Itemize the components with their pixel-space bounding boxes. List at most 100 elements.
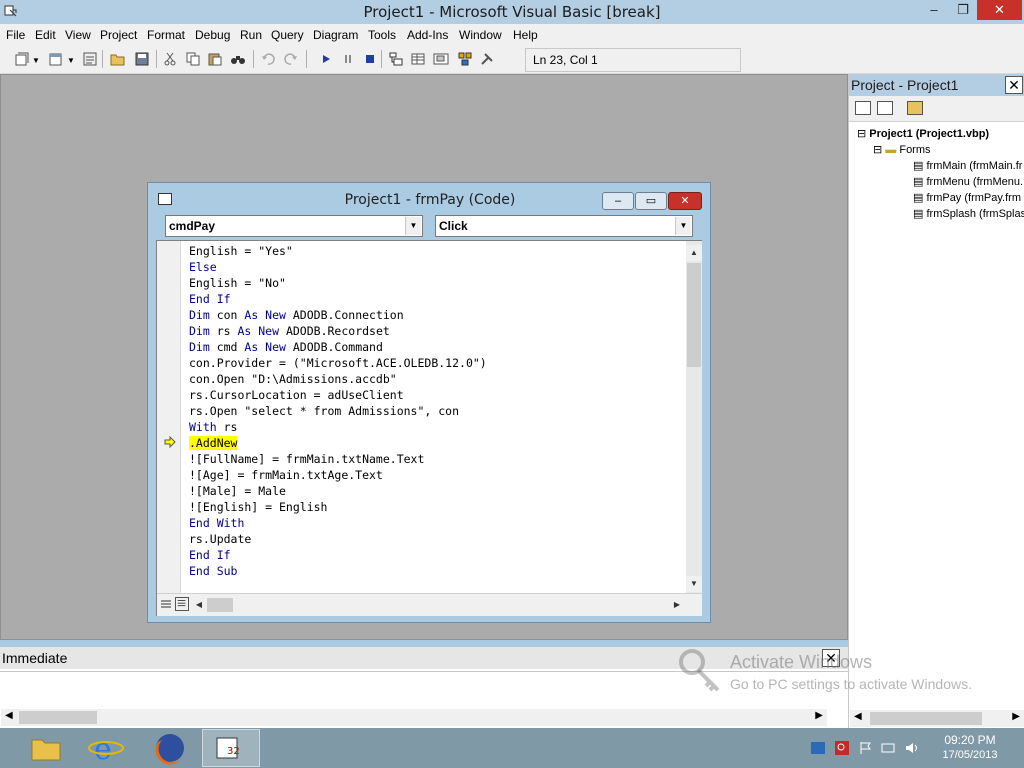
restore-button[interactable]: ❐ bbox=[949, 0, 977, 20]
code-line[interactable]: rs.CursorLocation = adUseClient bbox=[189, 387, 487, 403]
vertical-scroll-thumb[interactable] bbox=[687, 263, 701, 367]
project-explorer-icon[interactable] bbox=[388, 51, 404, 67]
horizontal-scroll-thumb[interactable] bbox=[19, 711, 97, 724]
minimize-button[interactable]: – bbox=[919, 0, 949, 20]
code-line[interactable]: English = "Yes" bbox=[189, 243, 487, 259]
menu-window[interactable]: Window bbox=[459, 28, 502, 42]
scroll-left-icon[interactable]: ◀ bbox=[854, 711, 862, 722]
code-line[interactable]: Dim cmd As New ADODB.Command bbox=[189, 339, 487, 355]
menu-project[interactable]: Project bbox=[100, 28, 137, 42]
code-line[interactable]: con.Provider = ("Microsoft.ACE.OLEDB.12.… bbox=[189, 355, 487, 371]
action-center-flag-icon[interactable] bbox=[858, 740, 874, 756]
code-line[interactable]: rs.Update bbox=[189, 531, 487, 547]
menu-tools[interactable]: Tools bbox=[368, 28, 396, 42]
tree-form-row[interactable]: ▤ frmPay (frmPay.frm bbox=[913, 191, 1021, 204]
code-line[interactable]: Else bbox=[189, 259, 487, 275]
project-explorer-close-button[interactable]: ✕ bbox=[1005, 76, 1023, 94]
code-text[interactable]: English = "Yes" Else English = "No" End If D… bbox=[189, 243, 487, 579]
paste-icon[interactable] bbox=[207, 51, 223, 67]
code-line[interactable]: Dim rs As New ADODB.Recordset bbox=[189, 323, 487, 339]
open-project-icon[interactable] bbox=[110, 51, 126, 67]
menu-format[interactable]: Format bbox=[147, 28, 185, 42]
menu-view[interactable]: View bbox=[65, 28, 91, 42]
chevron-down-icon[interactable]: ▼ bbox=[675, 217, 691, 235]
scroll-up-icon[interactable]: ▲ bbox=[686, 245, 702, 261]
immediate-horizontal-scrollbar[interactable]: ◀ ▶ bbox=[1, 709, 827, 726]
clock-time[interactable]: 09:20 PM bbox=[936, 733, 1004, 747]
form-layout-icon[interactable] bbox=[433, 51, 449, 67]
internet-explorer-icon[interactable]: e bbox=[84, 730, 128, 766]
firefox-icon[interactable] bbox=[148, 730, 192, 766]
object-dropdown[interactable]: cmdPay ▼ bbox=[165, 215, 423, 237]
project-horizontal-scrollbar[interactable]: ◀ ▶ bbox=[850, 710, 1024, 727]
code-line[interactable]: End If bbox=[189, 291, 487, 307]
file-explorer-icon[interactable] bbox=[24, 730, 68, 766]
break-icon[interactable] bbox=[340, 51, 356, 67]
search-tray-icon[interactable] bbox=[834, 740, 850, 756]
end-icon[interactable] bbox=[362, 51, 378, 67]
scroll-left-icon[interactable]: ◀ bbox=[191, 597, 207, 613]
dropdown-arrow-icon[interactable]: ▼ bbox=[32, 56, 48, 72]
save-project-icon[interactable] bbox=[134, 51, 150, 67]
taskbar-active-app[interactable]: 32 bbox=[202, 729, 260, 767]
code-window-minimize-button[interactable]: – bbox=[602, 192, 634, 210]
full-module-view-icon[interactable] bbox=[175, 597, 189, 611]
tree-project-row[interactable]: ⊟ Project1 (Project1.vbp) bbox=[857, 127, 989, 140]
tree-form-row[interactable]: ▤ frmSplash (frmSplas bbox=[913, 207, 1024, 220]
view-object-icon[interactable] bbox=[877, 101, 893, 115]
code-line[interactable]: ![English] = English bbox=[189, 499, 487, 515]
scroll-down-icon[interactable]: ▼ bbox=[686, 576, 702, 592]
scroll-right-icon[interactable]: ▶ bbox=[669, 597, 685, 613]
menu-query[interactable]: Query bbox=[271, 28, 304, 42]
collapse-icon[interactable]: ⊟ bbox=[873, 144, 882, 156]
view-code-icon[interactable] bbox=[855, 101, 871, 115]
code-window-close-button[interactable]: ✕ bbox=[668, 192, 702, 210]
code-window-maximize-button[interactable]: ▭ bbox=[635, 192, 667, 210]
toolbox-icon[interactable] bbox=[479, 51, 495, 67]
code-line[interactable]: English = "No" bbox=[189, 275, 487, 291]
code-line[interactable]: ![FullName] = frmMain.txtName.Text bbox=[189, 451, 487, 467]
menu-editor-icon[interactable] bbox=[82, 51, 98, 67]
scroll-right-icon[interactable]: ▶ bbox=[815, 710, 823, 721]
start-icon[interactable] bbox=[318, 51, 334, 67]
menu-run[interactable]: Run bbox=[240, 28, 262, 42]
undo-icon[interactable] bbox=[260, 51, 276, 67]
tree-forms-folder-row[interactable]: ⊟ ▬ Forms bbox=[873, 143, 931, 156]
vertical-scrollbar[interactable]: ▲ ▼ bbox=[686, 241, 702, 593]
close-button[interactable]: ✕ bbox=[977, 0, 1022, 20]
find-icon[interactable] bbox=[230, 51, 246, 67]
procedure-view-icon[interactable] bbox=[159, 597, 173, 611]
breakpoint-margin[interactable] bbox=[157, 241, 181, 593]
tree-form-row[interactable]: ▤ frmMain (frmMain.fr bbox=[913, 159, 1022, 172]
clock-date[interactable]: 17/05/2013 bbox=[936, 749, 1004, 761]
menu-debug[interactable]: Debug bbox=[195, 28, 230, 42]
horizontal-scroll-thumb[interactable] bbox=[870, 712, 982, 725]
language-icon[interactable] bbox=[810, 740, 826, 756]
menu-edit[interactable]: Edit bbox=[35, 28, 56, 42]
chevron-down-icon[interactable]: ▼ bbox=[405, 217, 421, 235]
code-line[interactable]: ![Male] = Male bbox=[189, 483, 487, 499]
code-line[interactable]: con.Open "D:\Admissions.accdb" bbox=[189, 371, 487, 387]
code-line[interactable]: End With bbox=[189, 515, 487, 531]
add-project-icon[interactable] bbox=[14, 51, 30, 67]
collapse-icon[interactable]: ⊟ bbox=[857, 128, 866, 140]
properties-window-icon[interactable] bbox=[410, 51, 426, 67]
code-line[interactable]: End Sub bbox=[189, 563, 487, 579]
code-line[interactable]: With rs bbox=[189, 419, 487, 435]
menu-help[interactable]: Help bbox=[513, 28, 538, 42]
dropdown-arrow-icon[interactable]: ▼ bbox=[67, 56, 83, 72]
procedure-dropdown[interactable]: Click ▼ bbox=[435, 215, 693, 237]
scroll-right-icon[interactable]: ▶ bbox=[1012, 711, 1020, 722]
menu-diagram[interactable]: Diagram bbox=[313, 28, 358, 42]
code-line[interactable]: End If bbox=[189, 547, 487, 563]
scroll-left-icon[interactable]: ◀ bbox=[5, 710, 13, 721]
tree-form-row[interactable]: ▤ frmMenu (frmMenu. bbox=[913, 175, 1023, 188]
menu-add-ins[interactable]: Add-Ins bbox=[407, 28, 448, 42]
volume-icon[interactable] bbox=[904, 740, 920, 756]
code-line[interactable]: ![Age] = frmMain.txtAge.Text bbox=[189, 467, 487, 483]
menu-file[interactable]: File bbox=[6, 28, 25, 42]
add-form-icon[interactable] bbox=[48, 51, 64, 67]
code-line[interactable]: rs.Open "select * from Admissions", con bbox=[189, 403, 487, 419]
horizontal-scroll-thumb[interactable] bbox=[207, 598, 233, 612]
network-icon[interactable] bbox=[880, 740, 896, 756]
